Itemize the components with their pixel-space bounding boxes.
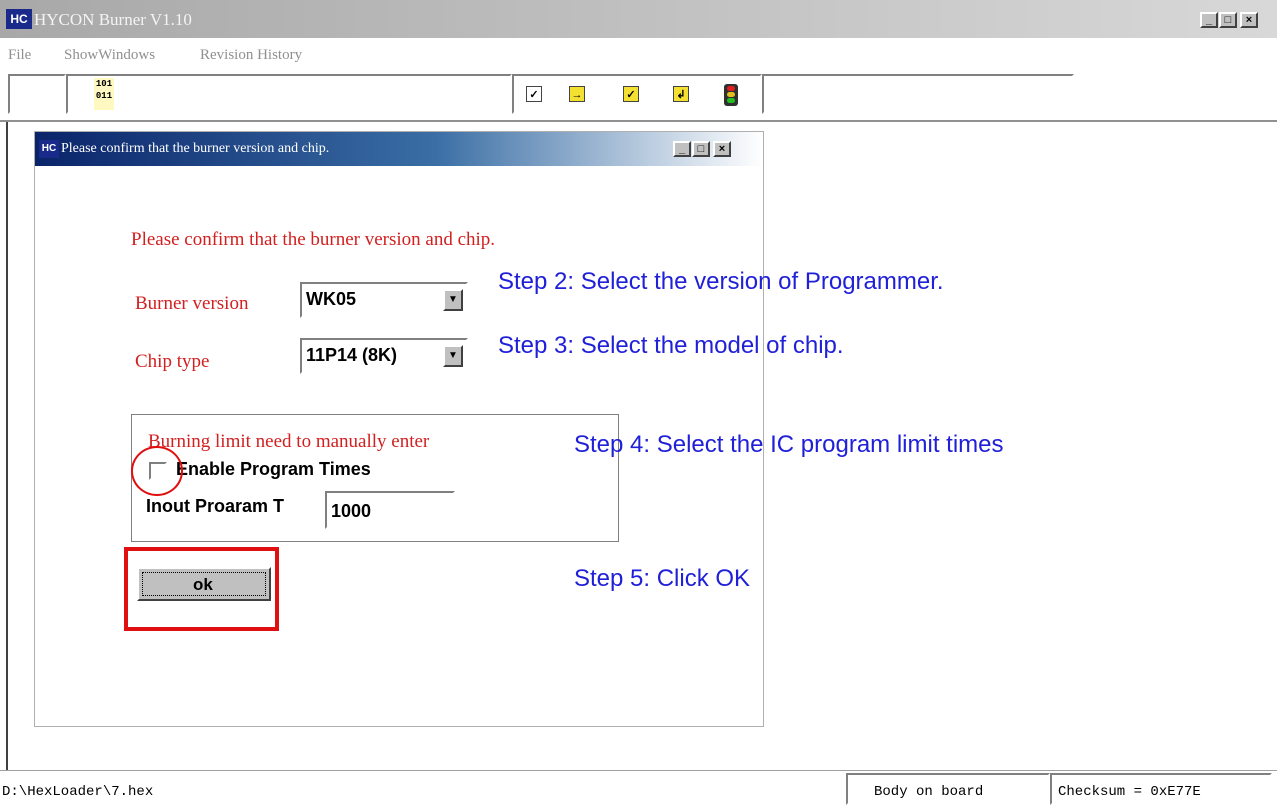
burner-version-value: WK05	[306, 289, 357, 309]
input-program-times-label: Inout Proaram T	[146, 496, 285, 516]
chip-type-value: 11P14 (8K)	[306, 345, 398, 365]
ok-highlight-box	[124, 547, 279, 631]
app-title: HYCON Burner V1.10	[34, 10, 192, 29]
burner-version-select[interactable]: WK05 ▼	[300, 282, 468, 318]
burning-limit-label: Burning limit need to manually enter	[148, 431, 430, 452]
blank-check-icon[interactable]: ✓	[526, 86, 542, 102]
status-file-path: D:\HexLoader\7.hex	[2, 784, 154, 800]
toolbar: 101 011 ✓ → ✓ ↲	[0, 68, 1277, 122]
dialog-minimize-button[interactable]: _	[673, 141, 691, 157]
toolbar-slot-left	[8, 74, 66, 114]
program-times-input[interactable]: 1000	[325, 491, 455, 529]
minimize-button[interactable]: _	[1200, 12, 1218, 28]
program-icon[interactable]: →	[569, 86, 585, 102]
burner-version-label: Burner version	[135, 293, 249, 314]
dialog-maximize-button[interactable]: □	[692, 141, 710, 157]
program-times-value: 1000	[331, 501, 372, 521]
close-button[interactable]: ×	[1240, 12, 1258, 28]
burning-limit-group: Burning limit need to manually enter Ena…	[131, 414, 619, 542]
annotation-step5: Step 5: Click OK	[574, 565, 751, 592]
menu-show-windows[interactable]: ShowWindows	[64, 47, 155, 64]
status-body-panel: Body on board	[846, 773, 1050, 805]
chevron-down-icon[interactable]: ▼	[443, 345, 463, 367]
menu-revision-history[interactable]: Revision History	[200, 47, 302, 64]
menu-bar: File ShowWindows Revision History	[0, 38, 1277, 68]
chevron-down-icon[interactable]: ▼	[443, 289, 463, 311]
traffic-light-icon[interactable]	[724, 84, 738, 106]
verify-icon[interactable]: ✓	[623, 86, 639, 102]
checkbox-highlight-circle	[131, 446, 183, 496]
read-icon[interactable]: ↲	[673, 86, 689, 102]
app-title-bar[interactable]: HC HYCON Burner V1.10 _ □ ×	[0, 0, 1277, 38]
status-checksum-panel: Checksum = 0xE77E	[1050, 773, 1272, 805]
status-bar: D:\HexLoader\7.hex Body on board Checksu…	[0, 770, 1277, 807]
hex-file-icon[interactable]: 101 011	[94, 78, 114, 110]
dialog-title-bar[interactable]: HC Please confirm that the burner versio…	[35, 132, 763, 166]
dialog-logo-icon: HC	[39, 140, 59, 158]
status-checksum-text: Checksum = 0xE77E	[1058, 784, 1201, 800]
maximize-button[interactable]: □	[1219, 12, 1237, 28]
toolbar-slot-icons: ✓ → ✓ ↲	[512, 74, 762, 114]
menu-file[interactable]: File	[8, 47, 31, 64]
chip-type-select[interactable]: 11P14 (8K) ▼	[300, 338, 468, 374]
dialog-close-button[interactable]: ×	[713, 141, 731, 157]
hex-icon-top: 101	[95, 79, 113, 89]
dialog-title: Please confirm that the burner version a…	[61, 141, 330, 156]
app-logo-icon: HC	[6, 9, 32, 29]
status-body-text: Body on board	[874, 784, 984, 800]
dialog-heading: Please confirm that the burner version a…	[131, 229, 496, 250]
mdi-client	[6, 122, 8, 770]
toolbar-slot-main: 101 011	[66, 74, 512, 114]
chip-type-label: Chip type	[135, 351, 210, 372]
confirm-dialog: HC Please confirm that the burner versio…	[34, 131, 764, 727]
enable-program-times-label: Enable Program Times	[176, 459, 371, 479]
annotation-step4: Step 4: Select the IC program limit time…	[574, 431, 1004, 458]
toolbar-slot-right	[762, 74, 1074, 114]
annotation-step3: Step 3: Select the model of chip.	[498, 332, 844, 359]
app-window: HC HYCON Burner V1.10 _ □ × File ShowWin…	[0, 0, 1277, 807]
hex-icon-bottom: 011	[95, 91, 113, 101]
annotation-step2: Step 2: Select the version of Programmer…	[498, 268, 944, 295]
